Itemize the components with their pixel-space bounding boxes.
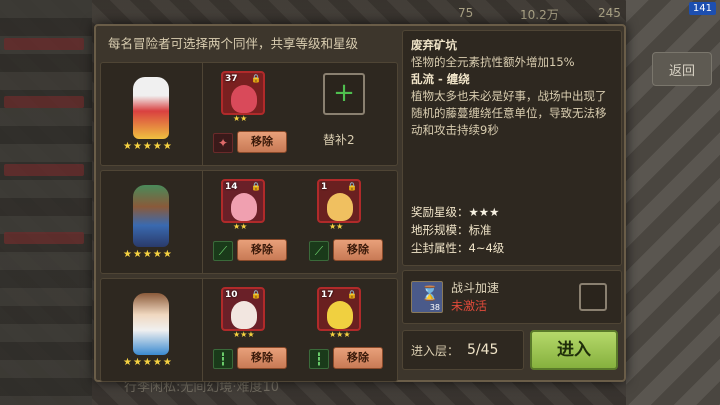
battle-speed-buff: ⌛ 38 战斗加速 未激活 [402, 270, 622, 324]
companion-stars: ★★★ [233, 330, 255, 339]
adventurer-stars: ★★★★★ [123, 357, 173, 368]
hourglass-icon: ⌛ 38 [411, 281, 443, 313]
companion-stars: ★★ [233, 222, 248, 231]
remove-button[interactable]: 移除 [333, 239, 383, 261]
dust-label: 尘封属性： [411, 241, 469, 255]
companion-header: 每名冒险者可选择两个同伴，共享等级和星级 [108, 36, 359, 51]
remove-button[interactable]: 移除 [237, 239, 287, 261]
weapon-icon: ⟋ [213, 241, 233, 261]
remove-button[interactable]: 移除 [333, 347, 383, 369]
companion-level: 10 [225, 290, 238, 300]
return-button[interactable]: 返回 [652, 52, 712, 86]
dungeon-stats: 奖励星级：★★★ 地形规模：标准 尘封属性：4~4级 [411, 203, 504, 257]
adventurer-stars: ★★★★★ [123, 141, 173, 152]
companion-face [231, 301, 257, 329]
weapon-icon: ✦ [213, 133, 233, 153]
add-companion-button[interactable]: + [323, 73, 365, 115]
lock-icon: 🔒 [251, 74, 261, 83]
weapon-icon: ┇ [309, 349, 329, 369]
bg-chip [4, 38, 84, 50]
dungeon-info-panel: 废弃矿坑 怪物的全元素抗性额外增加15% 乱流 - 缠绕 植物太多也未必是好事，… [402, 30, 622, 378]
adventurer-stars: ★★★★★ [123, 249, 173, 260]
turbulence-desc: 植物太多也未必是好事，战场中出现了随机的藤蔓缠绕任意单位，导致无法移动和攻击持续… [411, 89, 607, 137]
buff-name: 战斗加速 [451, 281, 500, 295]
weapon-icon: ┇ [213, 349, 233, 369]
companion-portrait[interactable]: 10 🔒 [221, 287, 265, 331]
floor-label: 进入层： [411, 343, 460, 358]
adventurer-cell[interactable]: ★★★★★ [101, 171, 203, 273]
bg-chip [4, 232, 84, 244]
companion-face [231, 193, 257, 221]
companion-slot-2: + 替补2 [301, 63, 397, 165]
lock-icon: 🔒 [347, 182, 357, 191]
lock-icon: 🔒 [251, 290, 261, 299]
adventurer-cell[interactable]: ★★★★★ [101, 63, 203, 165]
reward-stars: ★★★ [468, 205, 500, 219]
dungeon-info-box: 废弃矿坑 怪物的全元素抗性额外增加15% 乱流 - 缠绕 植物太多也未必是好事，… [402, 30, 622, 266]
companion-face [327, 301, 353, 329]
companion-dialog: 每名冒险者可选择两个同伴，共享等级和星级 ★★★★★ 37 🔒 ★★ ✦ 移除 … [94, 24, 626, 382]
buff-count: 38 [429, 303, 440, 312]
resource-count: 245 [598, 6, 621, 20]
resource-count: 10.2万 [520, 8, 559, 22]
companion-slot-1: 10 🔒 ★★★ ┇ 移除 [205, 279, 301, 381]
bg-chip [4, 96, 84, 108]
dungeon-title: 废弃矿坑 [411, 38, 457, 52]
companion-stars: ★★★ [329, 330, 351, 339]
companion-panel: 每名冒险者可选择两个同伴，共享等级和星级 ★★★★★ 37 🔒 ★★ ✦ 移除 … [100, 30, 398, 382]
companion-level: 1 [321, 182, 328, 192]
terrain-value: 标准 [468, 223, 492, 237]
companion-portrait[interactable]: 17 🔒 [317, 287, 361, 331]
adventurer-row: ★★★★★ 14 🔒 ★★ ⟋ 移除 1 🔒 ★★ ⟋ 移除 [100, 170, 398, 274]
dust-value: 4~4级 [468, 241, 505, 255]
buff-status: 未激活 [451, 299, 488, 313]
remove-button[interactable]: 移除 [237, 347, 287, 369]
companion-level: 17 [321, 290, 334, 300]
companion-portrait[interactable]: 1 🔒 [317, 179, 361, 223]
adventurer-avatar [133, 185, 169, 247]
adventurer-avatar [133, 293, 169, 355]
weapon-icon: ⟋ [309, 241, 329, 261]
companion-face [327, 193, 353, 221]
companion-face [231, 85, 257, 113]
resource-count: 75 [458, 6, 474, 20]
lock-icon: 🔒 [347, 290, 357, 299]
floor-value: 5/45 [467, 342, 499, 358]
reward-label: 奖励星级： [411, 205, 469, 219]
companion-slot-1: 37 🔒 ★★ ✦ 移除 [205, 63, 301, 165]
terrain-label: 地形规模： [411, 223, 469, 237]
turbulence-title: 乱流 - 缠绕 [411, 72, 470, 86]
dungeon-modifier: 怪物的全元素抗性额外增加15% [411, 55, 575, 69]
remove-button[interactable]: 移除 [237, 131, 287, 153]
companion-slot-1: 14 🔒 ★★ ⟋ 移除 [205, 171, 301, 273]
left-background-list [0, 0, 92, 405]
lock-icon: 🔒 [251, 182, 261, 191]
adventurer-cell[interactable]: ★★★★★ [101, 279, 203, 381]
companion-portrait[interactable]: 14 🔒 [221, 179, 265, 223]
companion-stars: ★★ [329, 222, 344, 231]
bg-chip [4, 164, 84, 176]
adventurer-row: ★★★★★ 10 🔒 ★★★ ┇ 移除 17 🔒 ★★★ ┇ 移除 [100, 278, 398, 382]
buff-checkbox[interactable] [579, 283, 607, 311]
companion-slot-2: 1 🔒 ★★ ⟋ 移除 [301, 171, 397, 273]
substitute-label: 替补2 [323, 133, 355, 147]
adventurer-row: ★★★★★ 37 🔒 ★★ ✦ 移除 + 替补2 [100, 62, 398, 166]
companion-stars: ★★ [233, 114, 248, 123]
floor-selector[interactable]: 进入层： 5/45 [402, 330, 524, 370]
fps-counter: 141 [688, 2, 716, 15]
adventurer-avatar [133, 77, 169, 139]
enter-button[interactable]: 进入 [530, 330, 618, 370]
companion-slot-2: 17 🔒 ★★★ ┇ 移除 [301, 279, 397, 381]
companion-portrait[interactable]: 37 🔒 [221, 71, 265, 115]
companion-level: 14 [225, 182, 238, 192]
companion-level: 37 [225, 74, 238, 84]
